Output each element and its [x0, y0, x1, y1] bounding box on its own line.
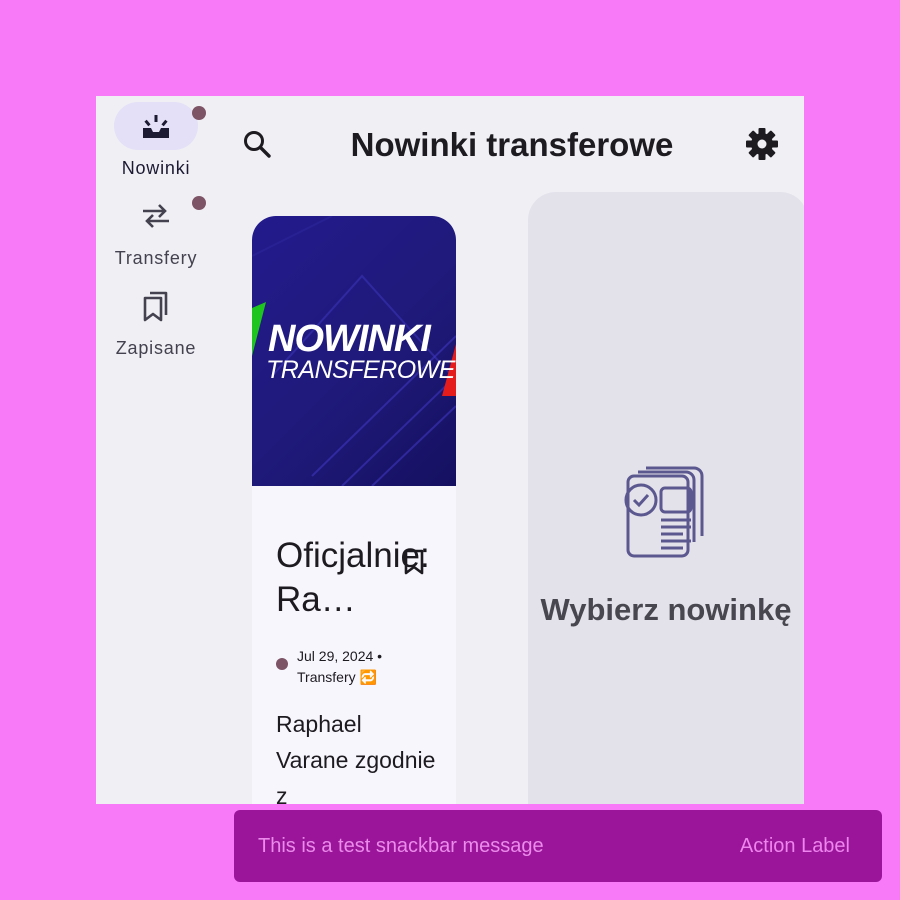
rail-pill-zapisane	[114, 282, 198, 330]
settings-button[interactable]	[740, 122, 784, 166]
notification-badge	[192, 196, 206, 210]
rail-item-zapisane[interactable]: Zapisane	[96, 282, 216, 359]
snackbar-action-button[interactable]: Action Label	[740, 835, 850, 858]
news-card-body: Raphael Varane zgodnie z	[276, 711, 436, 804]
detail-placeholder: Wybierz nowinkę	[540, 592, 792, 627]
rail-pill-transfery	[114, 192, 198, 240]
bookmarks-icon	[143, 291, 168, 322]
news-card-date: Jul 29, 2024 •	[297, 648, 383, 664]
gear-icon	[746, 128, 778, 160]
news-card-meta: Jul 29, 2024 • Transfery 🔁	[297, 646, 382, 688]
snackbar: This is a test snackbar message Action L…	[234, 810, 882, 882]
rail-pill-nowinki	[114, 102, 198, 150]
bookmark-button[interactable]	[402, 548, 426, 581]
notification-badge	[192, 106, 206, 120]
page-title: Nowinki transferowe	[350, 126, 674, 163]
search-icon	[244, 131, 271, 158]
news-select-icon	[624, 466, 704, 558]
inbox-icon	[143, 115, 169, 138]
snackbar-message: This is a test snackbar message	[258, 834, 544, 857]
news-card[interactable]: NOWINKI TRANSFEROWE Oficjalnie: Ra… Jul …	[252, 216, 456, 804]
news-card-image: NOWINKI TRANSFEROWE	[252, 216, 456, 486]
hero-title-line2: TRANSFEROWE	[266, 356, 455, 384]
news-card-title: Oficjalnie: Ra…	[276, 536, 430, 619]
source-dot	[276, 658, 288, 670]
app-window: Nowinki Transfery Zapisane Nowinki trans…	[96, 96, 804, 804]
search-button[interactable]	[235, 122, 279, 166]
hero-title-line1: NOWINKI	[268, 318, 431, 360]
swap-arrows-icon	[143, 204, 169, 228]
bookmark-icon	[404, 549, 424, 575]
rail-label-transfery: Transfery	[114, 248, 198, 268]
rail-label-nowinki: Nowinki	[121, 158, 191, 178]
detail-pane: Wybierz nowinkę	[528, 192, 804, 804]
rail-label-zapisane: Zapisane	[115, 338, 197, 358]
news-card-category: Transfery 🔁	[297, 669, 377, 685]
